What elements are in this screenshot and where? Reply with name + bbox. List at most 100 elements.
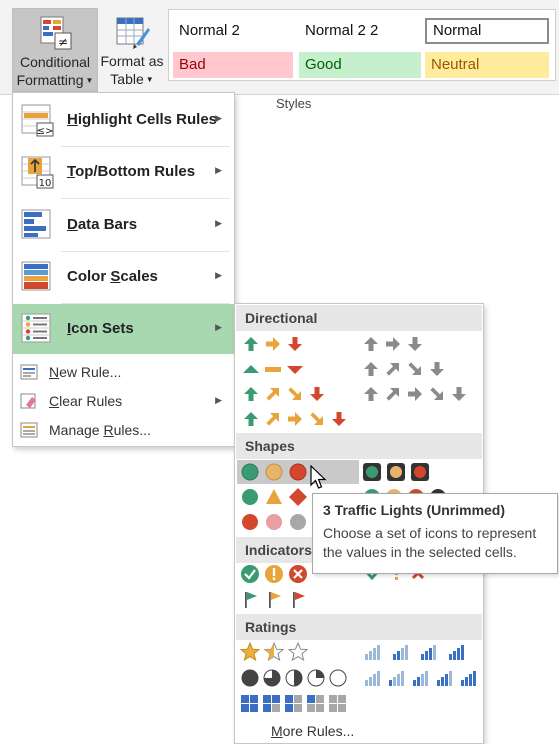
icon-set-4-arrows-gray[interactable] [361,357,475,381]
format-as-table-icon [116,17,150,49]
signal-bars-icon [365,645,464,660]
highlight-cells-icon: ≤> [21,104,54,137]
format-as-table-label-1: Format as [100,53,164,69]
icon-set-tooltip: 3 Traffic Lights (Unrimmed) Choose a set… [312,493,558,574]
submenu-arrow-icon: ▶ [215,270,222,280]
menu-item-icon-sets[interactable]: Icon Sets ▶ [13,304,234,354]
icon-set-3-triangles[interactable] [241,357,355,381]
ribbon: ≠ Conditional Formatting ▼ Format as Tabl… [0,0,559,111]
morerules-mnemonic: M [271,723,283,739]
style-bad[interactable]: Bad [173,52,293,78]
menu-item-clear-rules[interactable]: Clear Rules ▶ [13,387,234,415]
dropdown-caret-icon: ▼ [85,76,94,86]
icon-set-5-quarters[interactable] [237,666,359,690]
menu-item-top-bottom-rules[interactable]: 10 Top/Bottom Rules ▶ [13,147,234,197]
topbottom-label: op/Bottom Rules [75,163,196,180]
style-good[interactable]: Good [299,52,421,78]
managerules-prefix: Manage [49,422,104,438]
newrule-label: ew Rule... [59,364,122,380]
colorscales-prefix: Color [67,268,111,285]
more-rules-link[interactable]: More Rules... [271,723,354,739]
svg-text:≤>: ≤> [37,126,54,137]
icon-set-3-arrows-gray[interactable] [361,332,475,356]
menu-item-color-scales[interactable]: Color Scales ▶ [13,252,234,302]
styles-group-label: Styles [276,96,312,111]
submenu-arrow-icon: ▶ [215,395,222,405]
section-header-ratings: Ratings [236,614,482,640]
highlight-label: ighlight Cells Rules [77,111,218,128]
icon-set-5-ratings[interactable] [361,666,479,690]
conditional-formatting-label-1: Conditional [19,54,91,70]
format-as-table-label-2: Table [110,71,144,87]
conditional-formatting-button[interactable]: ≠ Conditional Formatting ▼ [12,8,98,92]
new-rule-icon [20,364,38,380]
clearrules-label: lear Rules [59,393,123,409]
mouse-cursor-icon [310,465,327,489]
manage-rules-icon [20,422,38,438]
databars-label: ata Bars [77,216,138,233]
color-scales-icon [21,261,51,291]
menu-item-new-rule[interactable]: New Rule... [13,358,234,386]
icon-set-4-ratings[interactable] [361,640,479,664]
eraser-icon [20,393,36,409]
arrow-icon [364,337,422,351]
svg-text:≠: ≠ [58,35,68,49]
format-as-table-button[interactable]: Format as Table ▼ [97,8,167,92]
style-neutral[interactable]: Neutral [425,52,549,78]
managerules-mnemonic: R [103,422,114,438]
icon-sets-icon [21,313,51,343]
cell-styles-gallery: Normal 2 Normal 2 2 Normal Bad Good Neut… [168,9,556,81]
submenu-arrow-icon: ▶ [215,165,222,175]
traffic-light-icon [363,463,429,481]
menu-divider [61,198,230,199]
tooltip-body: Choose a set of icons to represent the v… [323,525,537,560]
icon-set-3-flags[interactable] [237,588,359,612]
check-icon [241,565,307,583]
clearrules-mnemonic: C [49,393,60,409]
style-normal-2-2[interactable]: Normal 2 2 [299,18,419,44]
arrow-icon [244,337,302,351]
icon-set-5-arrows-gray[interactable] [361,382,475,406]
quarters-icon [241,695,346,712]
icon-set-5-arrows-colored[interactable] [241,407,361,431]
style-normal[interactable]: Normal [425,18,549,44]
star-icon [239,641,309,662]
sign-icon [242,488,307,506]
morerules-label: ore Rules... [282,723,355,739]
arrow-icon [244,412,346,426]
top-bottom-icon: 10 [21,156,54,189]
icon-set-3-stars[interactable] [237,640,359,664]
section-header-shapes: Shapes [236,433,482,459]
databars-mnemonic: D [67,216,78,233]
conditional-formatting-icon: ≠ [40,16,72,50]
menu-item-data-bars[interactable]: Data Bars ▶ [13,200,234,250]
arrow-icon [244,387,324,401]
submenu-arrow-icon: ▶ [215,113,222,123]
arrow-icon [364,387,466,401]
icon-set-4-arrows-colored[interactable] [241,382,355,406]
iconsets-label: con Sets [71,320,134,337]
icon-set-3-traffic-lights-rimmed[interactable] [361,460,475,484]
data-bars-icon [21,209,51,239]
pie-icon [241,669,347,687]
circle-icon [241,463,307,481]
svg-text:10: 10 [39,178,52,189]
icon-set-3-arrows-colored[interactable] [241,332,355,356]
conditional-formatting-label-2: Formatting [16,72,84,88]
dropdown-caret-icon: ▼ [145,75,154,85]
icon-set-3-traffic-lights-unrimmed[interactable] [237,460,359,484]
topbottom-mnemonic: T [67,163,76,180]
circle-icon [242,514,306,530]
arrow-icon [364,362,444,376]
submenu-arrow-icon: ▶ [215,322,222,332]
highlight-mnemonic: H [67,111,78,128]
flag-icon [245,592,305,608]
menu-item-manage-rules[interactable]: Manage Rules... [13,416,234,444]
conditional-formatting-menu: ≤> Highlight Cells Rules ▶ 10 Top/Bottom… [12,92,235,447]
icon-set-5-boxes[interactable] [237,692,359,716]
managerules-label: ules... [113,422,151,438]
tooltip-title: 3 Traffic Lights (Unrimmed) [323,502,506,518]
triangle-icon [243,365,303,374]
style-normal-2[interactable]: Normal 2 [173,18,293,44]
menu-item-highlight-cells-rules[interactable]: ≤> Highlight Cells Rules ▶ [13,95,234,145]
